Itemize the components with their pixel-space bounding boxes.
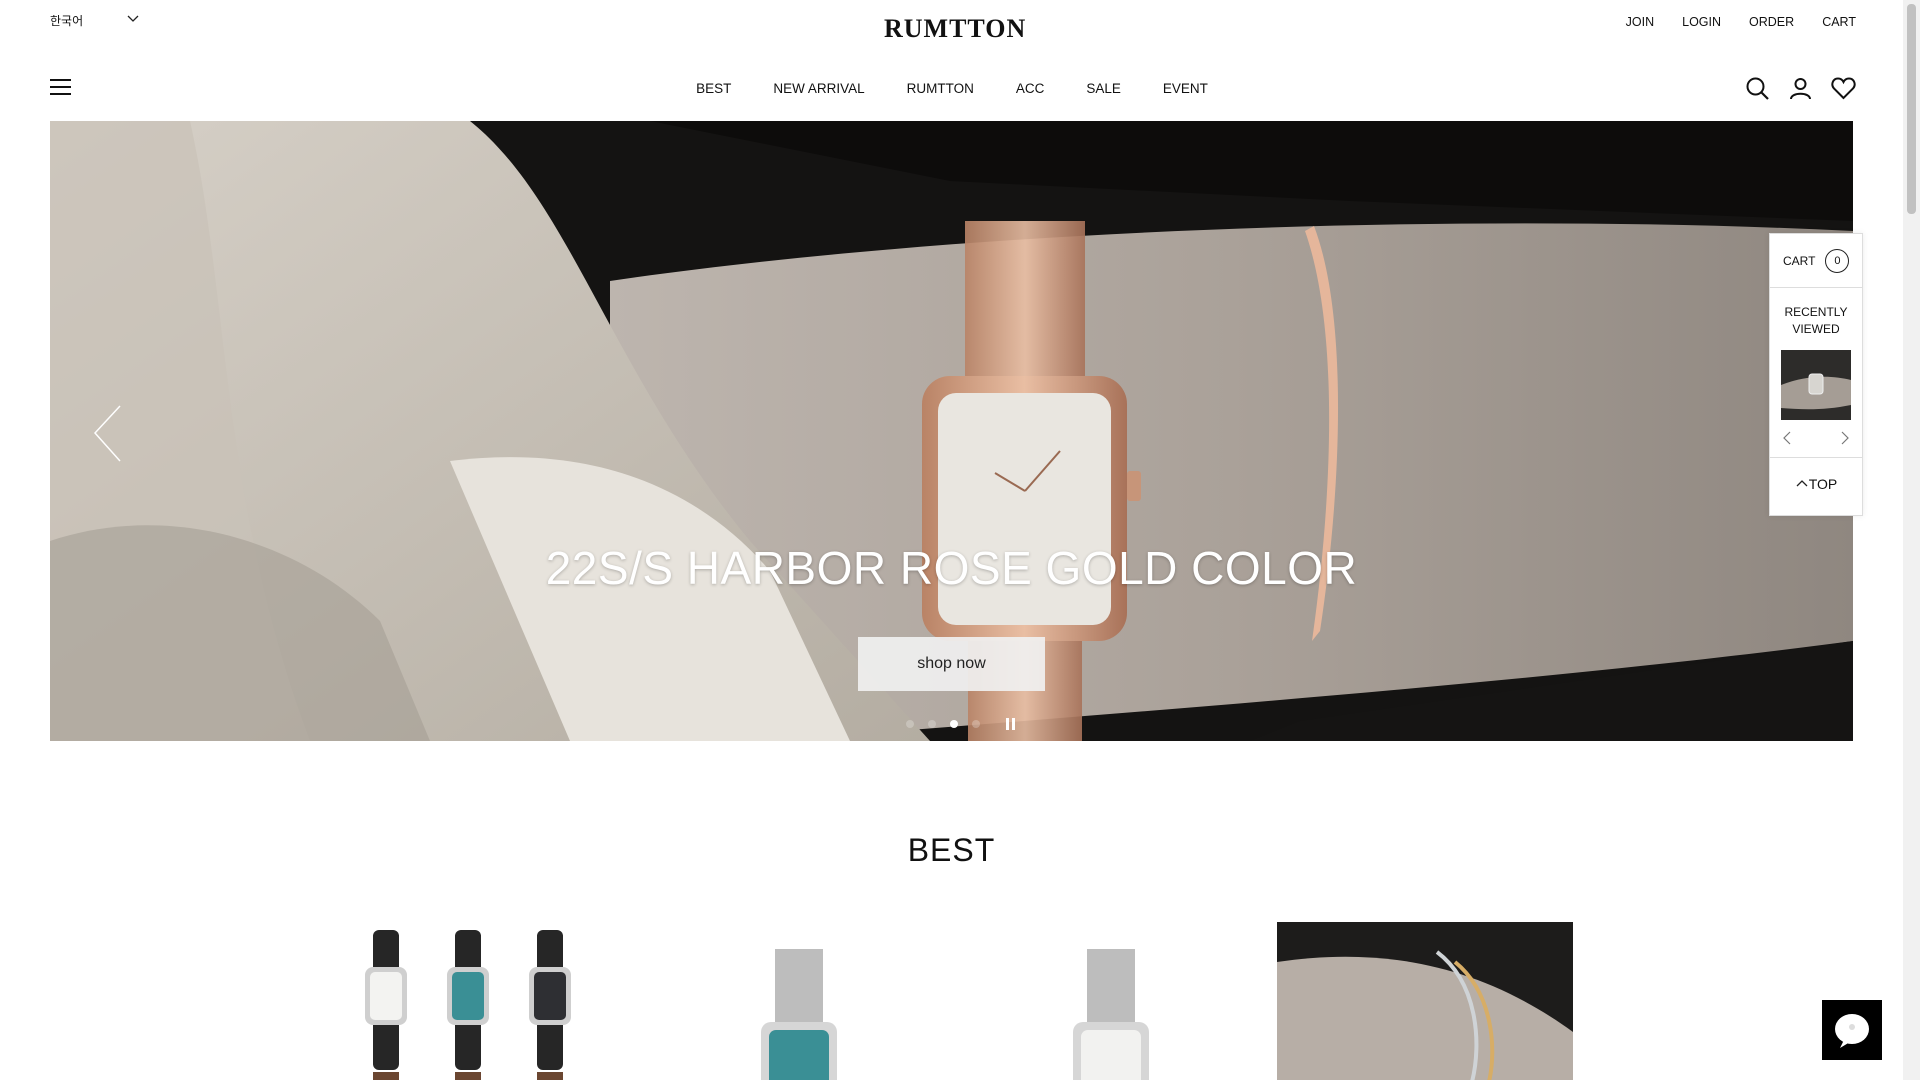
nav-item-rumtton[interactable]: RUMTTON [907,81,974,96]
best-section-title: BEST [907,832,996,868]
chat-icon [1835,1014,1869,1048]
product-card[interactable] [320,922,616,1080]
hero-title: 22S/S HARBOR ROSE GOLD COLOR [545,542,1358,594]
slide-dot[interactable] [906,720,914,728]
pause-icon[interactable] [1005,718,1017,730]
product-card[interactable] [962,922,1258,1080]
login-link[interactable]: LOGIN [1682,15,1721,29]
nav-icons [1745,76,1856,101]
join-link[interactable]: JOIN [1626,15,1654,29]
product-card[interactable] [648,922,944,1080]
scrollbar-thumb[interactable] [1907,4,1916,214]
recent-product-thumbnail[interactable] [1781,350,1851,420]
best-products [0,922,1904,1080]
recent-nav [1770,420,1862,458]
user-icon[interactable] [1788,76,1813,101]
chevron-left-icon[interactable] [1780,430,1794,446]
top-bar: 한국어 RUMTTON JOIN LOGIN ORDER CART [0,0,1904,50]
main-nav: BEST NEW ARRIVAL RUMTTON ACC SALE EVENT [0,72,1904,108]
chevron-up-icon [1796,480,1808,487]
recently-viewed-line1: RECENTLY [1784,305,1848,319]
chevron-down-icon [127,15,139,22]
cart-count-badge: 0 [1825,248,1850,273]
recently-viewed-line2: VIEWED [1792,322,1840,336]
slide-dot[interactable] [972,720,980,728]
language-selector[interactable]: 한국어 [50,12,139,29]
site-logo[interactable]: RUMTTON [884,14,1026,44]
product-card[interactable] [1277,922,1573,1080]
scroll-top-button[interactable]: TOP [1770,458,1862,510]
heart-icon[interactable] [1831,76,1856,101]
nav-item-best[interactable]: BEST [696,81,731,96]
nav-item-acc[interactable]: ACC [1016,81,1045,96]
hero-banner[interactable]: 22S/S HARBOR ROSE GOLD COLOR shop now [50,121,1853,741]
language-label: 한국어 [50,14,84,28]
shop-now-button[interactable]: shop now [858,637,1045,691]
quick-panel: CART 0 RECENTLY VIEWED TOP [1769,233,1863,516]
chat-button[interactable] [1822,1000,1882,1060]
nav-item-new-arrival[interactable]: NEW ARRIVAL [773,81,864,96]
main-menu: BEST NEW ARRIVAL RUMTTON ACC SALE EVENT [0,81,1904,96]
quick-cart-label: CART [1783,253,1816,268]
prev-slide-arrow-icon[interactable] [90,401,140,471]
nav-item-event[interactable]: EVENT [1163,81,1208,96]
slide-dot[interactable] [928,720,936,728]
slide-dots [906,720,980,728]
cart-link[interactable]: CART [1822,15,1856,29]
chevron-right-icon[interactable] [1838,430,1852,446]
utility-links: JOIN LOGIN ORDER CART [1626,15,1856,29]
order-link[interactable]: ORDER [1749,15,1794,29]
page-scrollbar[interactable] [1903,0,1920,1080]
slide-dot-active[interactable] [950,720,958,728]
top-label: TOP [1808,476,1838,492]
quick-cart[interactable]: CART 0 [1770,234,1862,288]
recently-viewed: RECENTLY VIEWED [1770,288,1862,458]
search-icon[interactable] [1745,76,1770,101]
nav-item-sale[interactable]: SALE [1086,81,1121,96]
